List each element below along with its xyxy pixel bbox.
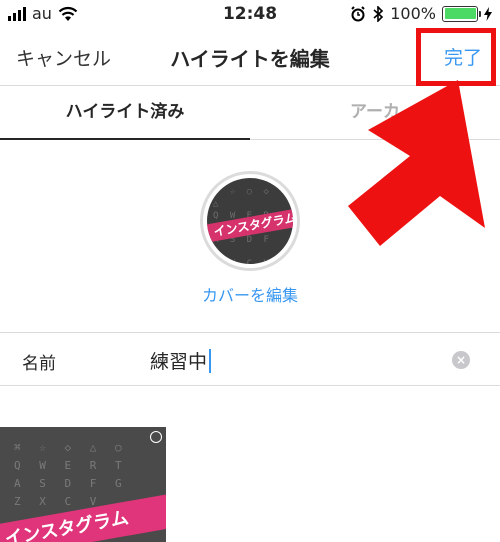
name-input[interactable]: 練習中 xyxy=(150,347,212,374)
edit-cover-link[interactable]: カバーを編集 xyxy=(0,282,500,306)
status-bar: au 12:48 100% xyxy=(0,0,500,28)
tab-highlighted[interactable]: ハイライト済み xyxy=(0,86,250,140)
cover-image[interactable]: ⌘ ☆ ○ ◇ △Q W E R TA S D F GZ X C V B⎋ ⇧ … xyxy=(200,171,300,271)
name-label: 名前 xyxy=(22,354,56,374)
name-row: 名前 練習中 × xyxy=(0,332,500,386)
alarm-icon xyxy=(351,5,365,21)
cover-photo: ⌘ ☆ ○ ◇ △Q W E R TA S D F GZ X C V B⎋ ⇧ … xyxy=(207,178,293,264)
battery-level xyxy=(444,8,476,19)
status-right: 100% xyxy=(350,4,492,23)
charging-icon xyxy=(484,6,492,21)
name-input-value: 練習中 xyxy=(150,351,208,373)
battery-percent: 100% xyxy=(390,4,436,23)
select-circle-icon[interactable] xyxy=(150,431,162,443)
battery-icon xyxy=(442,5,481,22)
text-caret xyxy=(209,348,212,373)
clear-icon[interactable]: × xyxy=(452,351,470,369)
bluetooth-icon xyxy=(373,5,384,22)
story-thumbnail[interactable]: ⌘ ☆ ◇ △ ○ Q W E R TA S D F GZ X C V インスタグ… xyxy=(0,427,166,542)
arrow-icon xyxy=(348,80,485,246)
